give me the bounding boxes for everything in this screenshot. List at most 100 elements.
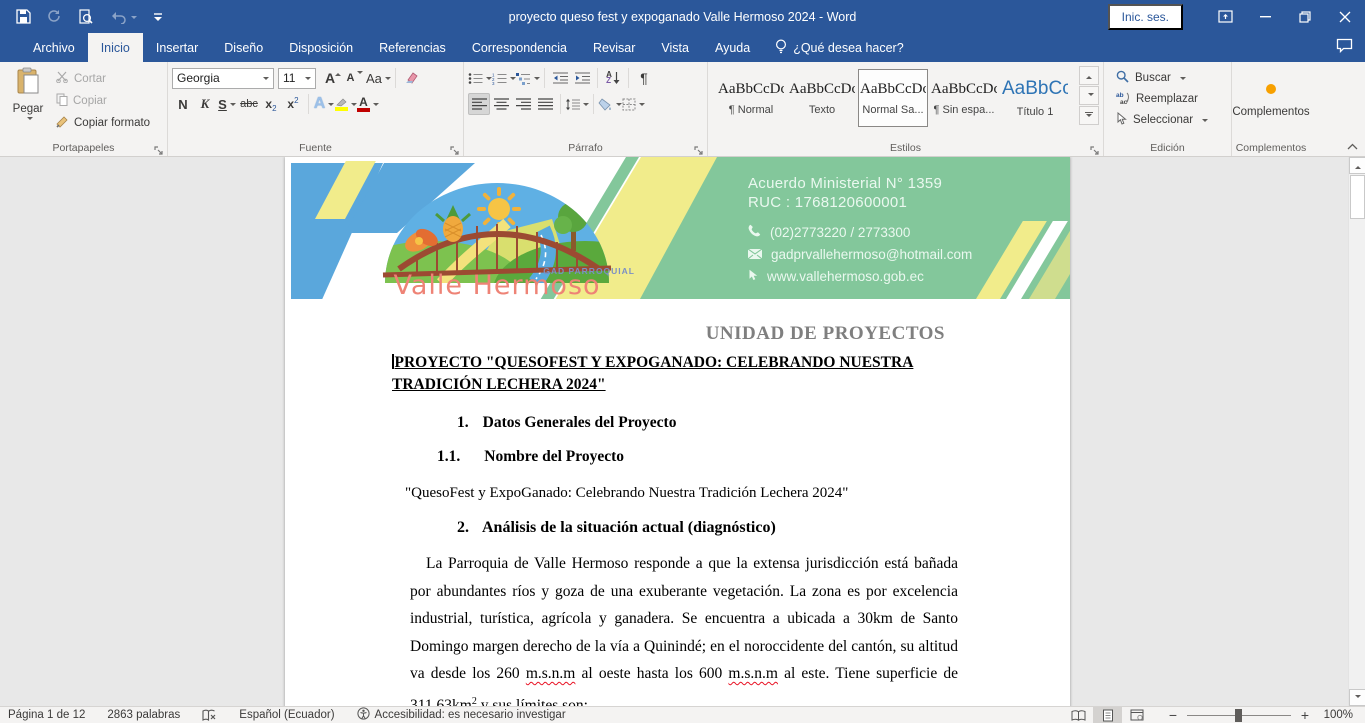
paste-button[interactable]: Pegar <box>4 65 52 139</box>
sort-button[interactable]: A Z <box>602 67 624 89</box>
customize-qat-icon[interactable] <box>153 7 163 27</box>
group-font: Georgia 11 A A Aa N K S abc <box>168 62 464 156</box>
language-indicator[interactable]: Español (Ecuador) <box>239 709 334 721</box>
styles-more-icon[interactable] <box>1079 106 1099 125</box>
zoom-slider-handle[interactable] <box>1235 709 1242 722</box>
style-titulo-1[interactable]: AaBbCc Título 1 <box>1000 69 1070 127</box>
sign-in-button[interactable]: Inic. ses. <box>1108 4 1183 30</box>
tab-disposicion[interactable]: Disposición <box>276 33 366 62</box>
change-case-button[interactable]: Aa <box>366 67 391 89</box>
window-title: proyecto queso fest y expoganado Valle H… <box>509 10 857 24</box>
borders-button[interactable] <box>622 93 645 115</box>
svg-text:ab: ab <box>1116 92 1124 99</box>
copy-icon <box>56 93 68 109</box>
tab-inicio[interactable]: Inicio <box>88 33 143 62</box>
underline-button[interactable]: S <box>216 93 238 115</box>
comments-icon[interactable] <box>1336 38 1353 58</box>
accessibility-status[interactable]: Accesibilidad: es necesario investigar <box>357 707 566 723</box>
tab-correspondencia[interactable]: Correspondencia <box>459 33 580 62</box>
paragraph-dialog-launcher-icon[interactable] <box>694 143 704 153</box>
scrollbar-thumb[interactable] <box>1350 175 1365 219</box>
replace-button[interactable]: abac Reemplazar <box>1116 89 1227 108</box>
strikethrough-button[interactable]: abc <box>238 93 260 115</box>
numbering-button[interactable]: 123 <box>492 67 516 89</box>
minimize-button[interactable] <box>1245 0 1285 33</box>
styles-scroll-up-icon[interactable] <box>1079 66 1099 85</box>
save-icon[interactable] <box>16 7 31 27</box>
find-button[interactable]: Buscar <box>1116 68 1227 87</box>
justify-button[interactable] <box>534 93 556 115</box>
web-layout-icon[interactable] <box>1122 707 1151 723</box>
print-preview-icon[interactable] <box>78 7 94 27</box>
zoom-in-icon[interactable]: + <box>1297 707 1313 723</box>
vertical-scrollbar[interactable] <box>1348 157 1365 706</box>
proofing-status-icon[interactable] <box>202 709 217 722</box>
font-family-combo[interactable]: Georgia <box>172 68 274 89</box>
page-indicator[interactable]: Página 1 de 12 <box>8 709 85 721</box>
bold-button[interactable]: N <box>172 93 194 115</box>
subscript-button[interactable]: x2 <box>260 93 282 115</box>
styles-scroll-down-icon[interactable] <box>1079 86 1099 105</box>
zoom-slider[interactable]: − + <box>1165 707 1313 723</box>
align-right-button[interactable] <box>512 93 534 115</box>
decrease-indent-button[interactable] <box>549 67 571 89</box>
line-spacing-button[interactable] <box>565 93 589 115</box>
tell-me-box[interactable]: ¿Qué desea hacer? <box>763 33 916 62</box>
format-painter-button[interactable]: Copiar formato <box>52 113 154 132</box>
align-left-button[interactable] <box>468 93 490 115</box>
tab-vista[interactable]: Vista <box>648 33 702 62</box>
align-center-button[interactable] <box>490 93 512 115</box>
tab-ayuda[interactable]: Ayuda <box>702 33 763 62</box>
scroll-down-icon[interactable] <box>1349 689 1365 706</box>
font-dialog-launcher-icon[interactable] <box>450 143 460 153</box>
style-texto[interactable]: AaBbCcDc Texto <box>787 69 857 127</box>
document-page[interactable]: Acuerdo Ministerial N° 1359 RUC : 176812… <box>285 157 1070 706</box>
text-effects-button[interactable]: A <box>313 93 335 115</box>
ribbon-display-options-icon[interactable] <box>1205 0 1245 33</box>
heading-2[interactable]: 2.Análisis de la situación actual (diagn… <box>457 519 958 537</box>
ribbon: Pegar Cortar Copiar Copiar formato <box>0 62 1365 157</box>
zoom-out-icon[interactable]: − <box>1165 707 1181 723</box>
font-color-button[interactable]: A <box>357 93 379 115</box>
clear-formatting-button[interactable] <box>400 67 422 89</box>
zoom-percentage[interactable]: 100% <box>1321 709 1365 721</box>
increase-indent-button[interactable] <box>571 67 593 89</box>
style-normal-sa[interactable]: AaBbCcDc Normal Sa... <box>858 69 928 127</box>
tab-insertar[interactable]: Insertar <box>143 33 211 62</box>
heading-1[interactable]: 1.Datos Generales del Proyecto <box>457 414 958 432</box>
addins-button[interactable]: Complementos <box>1232 84 1309 118</box>
highlight-color-button[interactable] <box>335 93 357 115</box>
italic-button[interactable]: K <box>194 93 216 115</box>
scroll-up-icon[interactable] <box>1349 157 1365 174</box>
collapse-ribbon-icon[interactable] <box>1345 140 1359 152</box>
show-marks-button[interactable]: ¶ <box>633 67 655 89</box>
bullets-button[interactable] <box>468 67 492 89</box>
shading-button[interactable] <box>598 93 622 115</box>
shrink-font-button[interactable]: A <box>344 67 366 89</box>
tab-revisar[interactable]: Revisar <box>580 33 648 62</box>
tab-archivo[interactable]: Archivo <box>20 33 88 62</box>
close-button[interactable] <box>1325 0 1365 33</box>
print-layout-icon[interactable] <box>1093 707 1122 723</box>
clipboard-dialog-launcher-icon[interactable] <box>154 143 164 153</box>
project-title[interactable]: PROYECTO "QUESOFEST Y EXPOGANADO: CELEBR… <box>392 352 964 396</box>
word-count[interactable]: 2863 palabras <box>107 709 180 721</box>
style-normal[interactable]: AaBbCcDc ¶ Normal <box>716 69 786 127</box>
multilevel-list-button[interactable] <box>516 67 540 89</box>
restore-button[interactable] <box>1285 0 1325 33</box>
select-button[interactable]: Seleccionar <box>1116 110 1227 129</box>
project-name-quote[interactable]: "QuesoFest y ExpoGanado: Celebrando Nues… <box>405 485 958 502</box>
unit-title[interactable]: UNIDAD DE PROYECTOS <box>392 323 958 345</box>
read-mode-icon[interactable] <box>1064 707 1093 723</box>
tab-diseno[interactable]: Diseño <box>211 33 276 62</box>
font-size-combo[interactable]: 11 <box>278 68 316 89</box>
superscript-button[interactable]: x2 <box>282 93 304 115</box>
grow-font-button[interactable]: A <box>322 67 344 89</box>
styles-dialog-launcher-icon[interactable] <box>1090 143 1100 153</box>
misspelled-word: m.s.n.m <box>728 665 778 682</box>
body-paragraph[interactable]: La Parroquia de Valle Hermoso responde a… <box>410 550 958 706</box>
heading-1-1[interactable]: 1.1.Nombre del Proyecto <box>437 448 958 466</box>
tab-referencias[interactable]: Referencias <box>366 33 459 62</box>
style-sin-espaciado[interactable]: AaBbCcDc ¶ Sin espa... <box>929 69 999 127</box>
addin-notification-dot-icon <box>1266 84 1276 94</box>
